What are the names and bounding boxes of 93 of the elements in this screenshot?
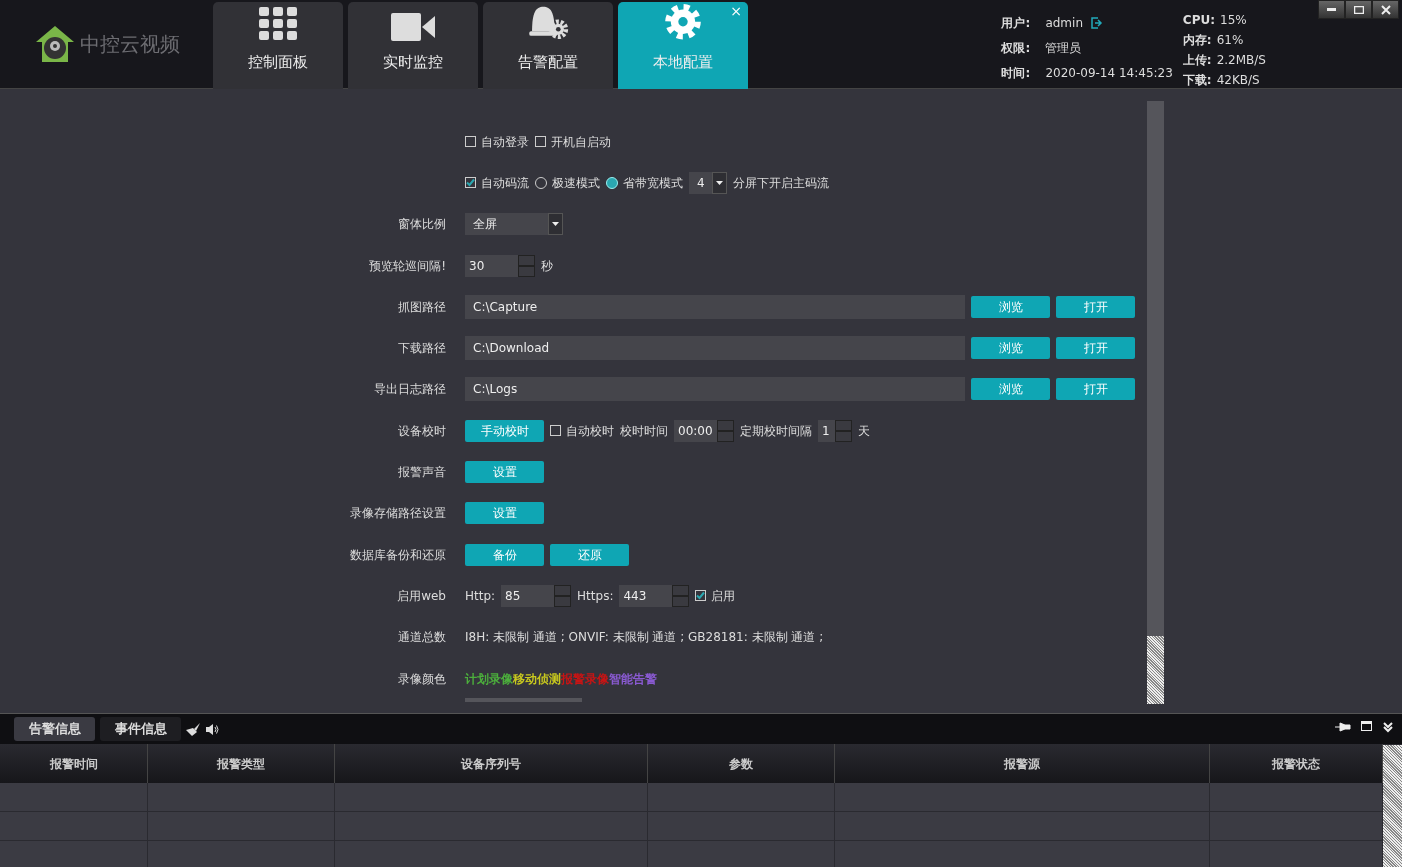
info-value: 管理员 [1045,39,1082,57]
logo-icon [34,24,76,64]
radio-label: 省带宽模式 [623,174,683,192]
setting-label: 抓图路径 [398,299,446,314]
radio-label: 极速模式 [552,174,600,192]
collapse-icon[interactable] [1382,721,1394,733]
stat-label: 下载: [1182,72,1212,89]
maximize-icon [1353,5,1364,14]
close-icon [1380,4,1391,15]
app-title: 中控云视频 [80,31,180,58]
legend-text: 报警录像 [561,670,609,688]
checkbox-label: 自动校时 [566,422,614,440]
setting-label: 预览轮巡间隔! [369,258,446,273]
minimize-button[interactable] [1318,0,1345,19]
setting-text: Http: [465,587,496,605]
setting-text: 秒 [541,257,553,275]
spin-box[interactable]: 1 [818,419,852,442]
close-button[interactable] [1372,0,1399,19]
info-value: admin [1045,14,1083,32]
checkbox[interactable] [465,177,476,189]
legend-text: 移动侦测 [513,670,561,688]
column-header[interactable]: 设备序列号 [461,754,521,773]
setting-label: 窗体比例 [398,217,446,232]
stat-label: 内存: [1182,32,1212,49]
caret-icon [552,222,559,227]
checkbox-label: 自动登录 [481,133,529,151]
setting-label: 录像存储路径设置 [350,506,446,521]
legend-text: 智能告警 [609,670,657,688]
spin-box[interactable]: 443 [619,584,690,607]
setting-text: 天 [858,422,870,440]
stat-value: 2.2MB/S [1216,52,1266,69]
checkbox[interactable] [550,425,561,437]
setting-label: 设备校时 [398,423,446,438]
setting-text: 分屏下开启主码流 [733,174,829,192]
column-header[interactable]: 参数 [729,754,753,773]
legend-text: 计划录像 [465,670,513,688]
setting-label: 数据库备份和还原 [350,547,446,562]
setting-text: Https: [577,587,614,605]
setting-label: 录像颜色 [398,671,446,686]
checkbox[interactable] [465,136,476,148]
column-header[interactable]: 报警时间 [49,754,98,773]
panel-tab[interactable]: 告警信息 [14,717,95,741]
spin-box[interactable]: 30 [465,254,535,277]
checkbox-label: 启用 [711,587,736,605]
column-header[interactable]: 报警状态 [1272,754,1320,773]
settings-icon [663,3,703,41]
maximize-button[interactable] [1345,0,1372,19]
stat-label: CPU: [1182,12,1215,29]
setting-label: 启用web [397,588,446,603]
broom-icon[interactable] [186,722,201,736]
nav-tab[interactable]: 控制面板 [213,2,343,89]
checkbox[interactable] [695,590,707,602]
maximize-icon[interactable] [1361,721,1372,731]
spin-box[interactable]: 85 [501,584,572,607]
info-label: 权限: [1001,39,1032,57]
setting-label: 导出日志路径 [374,382,446,397]
logout-icon[interactable] [1091,16,1103,29]
grid-icon [259,6,297,41]
scrollbar[interactable] [1147,101,1164,704]
dropdown[interactable]: 全屏 [465,213,563,236]
dropdown[interactable]: 4 [689,171,727,194]
setting-label: 报警声音 [398,465,446,479]
scrollbar[interactable] [1383,745,1402,867]
info-label: 用户: [1001,14,1032,32]
checkbox-label: 自动码流 [481,174,529,192]
stat-value: 42KB/S [1216,72,1260,89]
setting-text: I8H: 未限制 通道 ; ONVIF: 未限制 通道 ; GB28181: 未限制 通道 ; [465,629,824,647]
radio-button[interactable] [606,176,618,189]
stat-value: 61% [1216,32,1244,49]
nav-tab[interactable]: 实时监控 [348,2,478,89]
path-field[interactable]: C:\Logs [465,377,965,402]
setting-label: 下载路径 [398,341,446,356]
video-camera-icon [391,12,435,41]
caret-icon [716,180,723,185]
pin-icon[interactable] [1335,721,1351,733]
stat-value: 15% [1220,12,1247,29]
nav-tab[interactable]: 告警配置 [483,2,613,89]
column-header[interactable]: 报警类型 [217,754,265,773]
stat-label: 上传: [1182,52,1212,69]
info-label: 时间: [1001,64,1032,82]
spin-box[interactable]: 00:00 [674,419,734,442]
info-value: 2020-09-14 14:45:23 [1045,64,1173,82]
setting-label: 通道总数 [398,630,446,645]
setting-text: 定期校时间隔 [740,422,812,440]
path-field[interactable]: C:\Download [465,336,965,361]
panel-tab[interactable]: 事件信息 [100,717,181,741]
path-field[interactable]: C:\Capture [465,294,965,319]
setting-text: 校时时间 [620,422,668,440]
checkbox[interactable] [535,136,546,148]
column-header[interactable]: 报警源 [1004,754,1040,773]
checkbox-label: 开机自启动 [551,133,611,151]
minimize-icon [1327,8,1336,11]
speaker-icon[interactable] [206,723,219,735]
